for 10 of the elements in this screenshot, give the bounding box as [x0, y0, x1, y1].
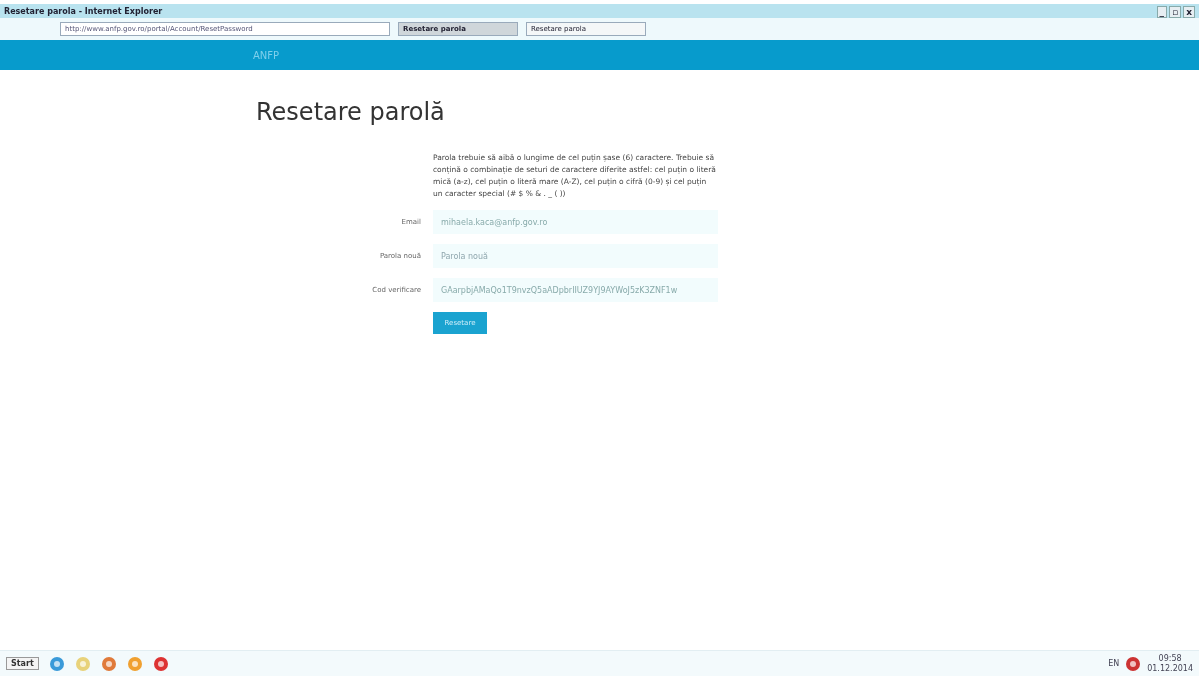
language-indicator[interactable]: EN	[1108, 658, 1120, 669]
start-button[interactable]: Start	[6, 657, 39, 670]
clock-date: 01.12.2014	[1147, 663, 1193, 674]
window-title: Resetare parola - Internet Explorer	[4, 6, 163, 16]
clock-time: 09:58	[1158, 653, 1182, 664]
input-field[interactable]: Parola nouă	[433, 244, 718, 268]
window-control[interactable]: ▫	[1169, 6, 1182, 18]
window-control[interactable]: x	[1183, 6, 1195, 18]
window-control[interactable]: _	[1156, 6, 1168, 18]
page-heading: Resetare parolă	[256, 98, 446, 126]
